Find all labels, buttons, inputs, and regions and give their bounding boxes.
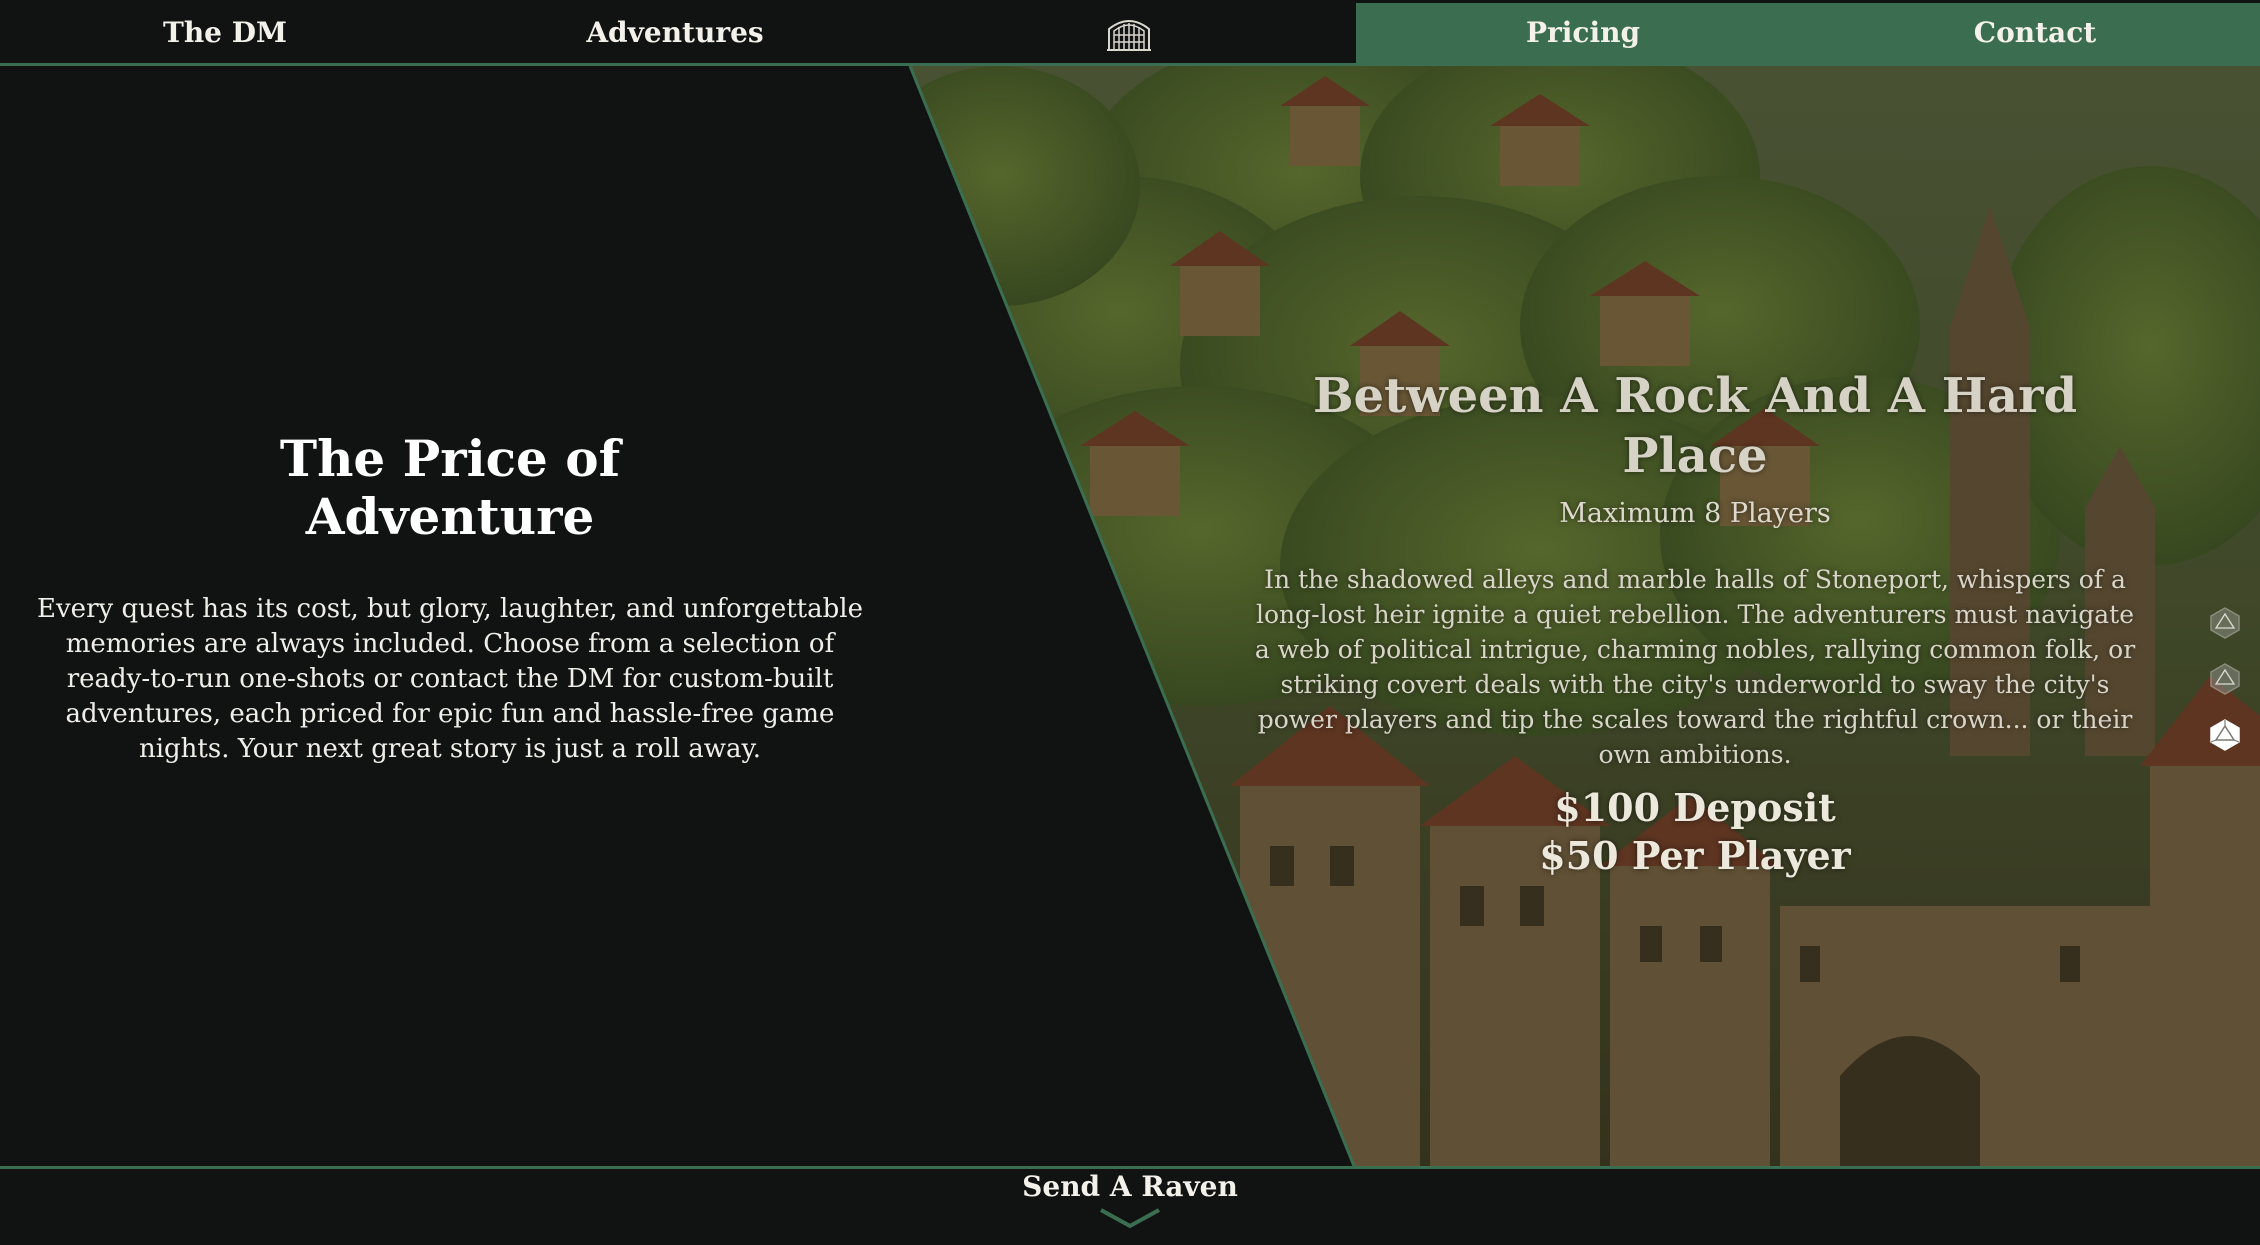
nav-item-adventures[interactable]: Adventures [490, 3, 860, 63]
nav-item-pricing[interactable]: Pricing [1400, 3, 1766, 63]
d20-die-icon[interactable] [2208, 662, 2242, 696]
adventure-description: In the shadowed alleys and marble halls … [1254, 565, 2136, 769]
d20-die-icon[interactable] [2208, 606, 2242, 640]
adventure-player-limit: Maximum 8 Players [1559, 498, 1831, 529]
adventure-card: Between A Rock And A Hard Place Maximum … [1240, 366, 2150, 880]
castle-gate-icon[interactable] [1105, 17, 1153, 51]
pricing-hero: The Price of Adventure Every quest has i… [0, 66, 2260, 1166]
chevron-down-icon[interactable] [1098, 1207, 1162, 1229]
deposit-price: $100 Deposit [1554, 785, 1836, 830]
top-nav: The DM Adventures Pricing Contact [0, 0, 2260, 66]
bottom-bar: Send A Raven [0, 1166, 2260, 1242]
send-a-raven-label: Send A Raven [1022, 1170, 1238, 1203]
per-player-price: $50 Per Player [1539, 833, 1851, 878]
page-title-line-1: The Price of [279, 429, 621, 488]
intro-copy: The Price of Adventure Every quest has i… [20, 430, 880, 767]
page-title: The Price of Adventure [20, 430, 880, 546]
nav-item-the-dm[interactable]: The DM [40, 3, 410, 63]
adventure-pricing: $100 Deposit $50 Per Player [1240, 784, 2150, 880]
adventure-title: Between A Rock And A Hard Place [1312, 368, 2077, 484]
page-title-line-2: Adventure [305, 487, 595, 546]
intro-paragraph: Every quest has its cost, but glory, lau… [37, 594, 863, 764]
nav-item-contact[interactable]: Contact [1852, 3, 2218, 63]
send-a-raven-button[interactable]: Send A Raven [980, 1169, 1280, 1245]
d20-die-icon-active[interactable] [2208, 718, 2242, 752]
